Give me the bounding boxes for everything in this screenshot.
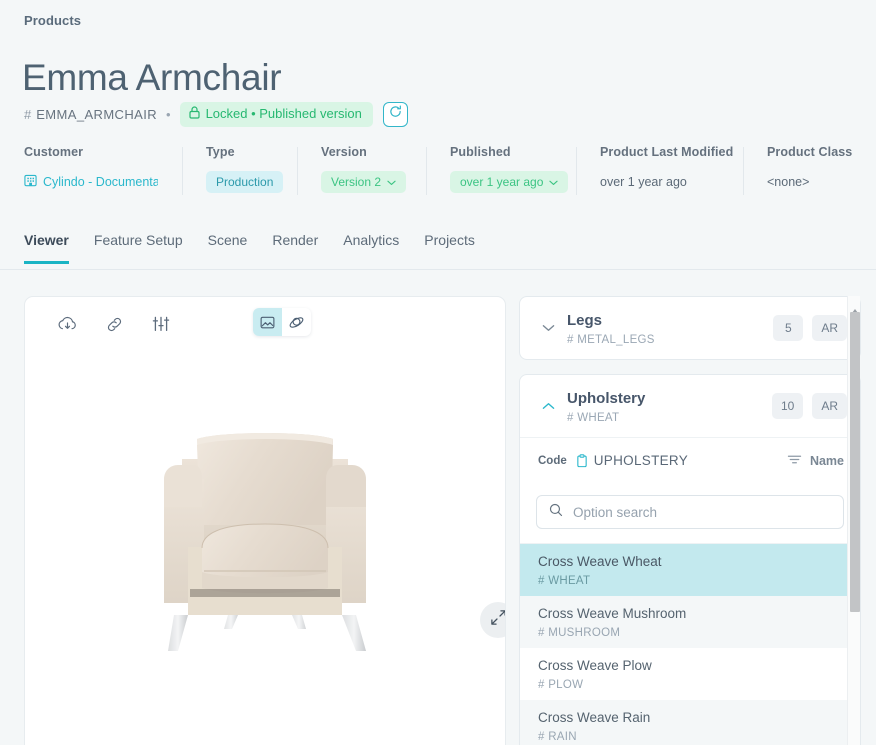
published-value: over 1 year ago [460, 175, 544, 189]
tab-analytics[interactable]: Analytics [343, 226, 399, 264]
option-name: Cross Weave Plow [538, 658, 652, 673]
option-code: # WHEAT [538, 575, 591, 587]
option-count-badge[interactable]: 10 [771, 393, 804, 419]
feature-group-name: Upholstery [567, 389, 646, 407]
cloud-download-icon[interactable] [54, 311, 80, 337]
feature-group-code: # METAL_LEGS [567, 333, 655, 346]
ar-badge[interactable]: AR [812, 393, 847, 419]
clipboard-icon[interactable] [576, 453, 588, 468]
tab-viewer[interactable]: Viewer [24, 226, 69, 264]
chevron-up-icon[interactable] [538, 402, 558, 410]
option-search-box[interactable] [536, 495, 844, 529]
tab-render[interactable]: Render [272, 226, 318, 264]
meta-label: Product Class [767, 145, 853, 159]
link-icon[interactable] [101, 311, 127, 337]
feature-group-header[interactable]: Upholstery # WHEAT 10 AR [520, 375, 860, 437]
option-search-wrapper [520, 483, 860, 543]
hash-symbol: # [24, 106, 32, 122]
sliders-icon[interactable] [148, 311, 174, 337]
option-meta-row: Code UPHOLSTERY Name [520, 437, 860, 483]
lock-icon [188, 105, 200, 122]
meta-label: Published [450, 145, 511, 159]
page-title: Emma Armchair [22, 57, 282, 98]
sort-name-label: Name [809, 453, 844, 468]
meta-label: Customer [24, 145, 84, 159]
separator-dot: • [166, 106, 171, 122]
option-item-rain[interactable]: Cross Weave Rain # RAIN [520, 700, 860, 745]
tab-feature-setup[interactable]: Feature Setup [94, 226, 183, 264]
version-dropdown[interactable]: Version 2 [321, 171, 407, 193]
option-name: Cross Weave Mushroom [538, 606, 687, 621]
sort-by-name-control[interactable]: Name [787, 452, 844, 470]
option-name: Cross Weave Rain [538, 710, 651, 725]
product-image [164, 433, 366, 651]
feature-group-legs: Legs # METAL_LEGS 5 AR [519, 296, 861, 360]
version-value: Version 2 [331, 175, 382, 189]
meta-cell-customer: Customer Cylindo - Documentat [0, 145, 182, 194]
panel-scrollbar[interactable] [847, 296, 860, 745]
tab-bar: Viewer Feature Setup Scene Render Analyt… [0, 226, 876, 270]
option-item-wheat[interactable]: Cross Weave Wheat # WHEAT [520, 544, 860, 596]
meta-cell-version: Version Version 2 [297, 145, 426, 195]
feature-group-name: Legs [567, 311, 603, 329]
product-meta-strip: Customer Cylindo - Documentat Type Produ… [0, 145, 876, 207]
viewer-toolbar [54, 311, 174, 337]
option-code: # RAIN [538, 731, 577, 743]
tab-projects[interactable]: Projects [424, 226, 475, 264]
option-list: Cross Weave Wheat # WHEAT Cross Weave Mu… [520, 543, 860, 745]
product-viewer-panel [24, 296, 506, 745]
option-code: # MUSHROOM [538, 627, 621, 639]
product-detail-page: Products Emma Armchair # EMMA_ARMCHAIR •… [0, 0, 876, 745]
option-item-plow[interactable]: Cross Weave Plow # PLOW [520, 648, 860, 700]
meta-label: Version [321, 145, 367, 159]
type-pill: Production [206, 171, 284, 193]
code-value: UPHOLSTERY [593, 453, 689, 468]
meta-label: Type [206, 145, 235, 159]
breadcrumb[interactable]: Products [24, 13, 81, 28]
sort-icon [787, 452, 802, 470]
refresh-button[interactable] [382, 101, 408, 127]
three-d-mode-icon[interactable] [282, 308, 311, 336]
feature-group-header[interactable]: Legs # METAL_LEGS 5 AR [520, 297, 860, 359]
published-dropdown[interactable]: over 1 year ago [450, 171, 569, 193]
ar-badge[interactable]: AR [812, 315, 847, 341]
tab-scene[interactable]: Scene [208, 226, 248, 264]
customer-name: Cylindo - Documentat [43, 175, 158, 189]
search-icon [549, 503, 563, 522]
last-modified-value: over 1 year ago [600, 175, 687, 189]
expand-icon [490, 609, 505, 631]
meta-cell-type: Type Production [182, 145, 297, 195]
meta-label: Product Last Modified [600, 145, 734, 159]
viewer-mode-toggle [253, 308, 311, 336]
refresh-icon [389, 105, 402, 123]
code-label: Code [538, 454, 567, 467]
chevron-down-icon [387, 175, 396, 189]
scrollbar-thumb[interactable] [849, 312, 860, 612]
meta-cell-product-class: Product Class <none> [743, 145, 873, 195]
option-name: Cross Weave Wheat [538, 554, 662, 569]
option-count-badge[interactable]: 5 [773, 315, 804, 341]
building-icon [24, 174, 37, 190]
feature-group-upholstery: Upholstery # WHEAT 10 AR Code UPHOLSTERY [519, 374, 861, 745]
scroll-up-arrow-icon[interactable] [851, 301, 859, 313]
option-search-input[interactable] [573, 504, 831, 520]
feature-options-panel: Legs # METAL_LEGS 5 AR Upholstery # WHEA… [519, 296, 861, 745]
product-code: EMMA_ARMCHAIR [36, 106, 157, 122]
expand-button[interactable] [480, 602, 505, 638]
image-mode-icon[interactable] [253, 308, 282, 336]
feature-group-code: # WHEAT [567, 411, 620, 424]
meta-cell-published: Published over 1 year ago [426, 145, 576, 195]
product-code-row: # EMMA_ARMCHAIR • Locked • Published ver… [24, 101, 408, 127]
meta-cell-last-modified: Product Last Modified over 1 year ago [576, 145, 743, 195]
option-code: # PLOW [538, 679, 584, 691]
chevron-down-icon [549, 175, 559, 189]
option-item-mushroom[interactable]: Cross Weave Mushroom # MUSHROOM [520, 596, 860, 648]
customer-link[interactable]: Cylindo - Documentat [24, 174, 158, 190]
status-badge: Locked • Published version [179, 101, 373, 127]
product-class-value: <none> [767, 175, 810, 189]
status-badge-label: Locked • Published version [205, 106, 362, 121]
chevron-down-icon[interactable] [538, 324, 558, 332]
